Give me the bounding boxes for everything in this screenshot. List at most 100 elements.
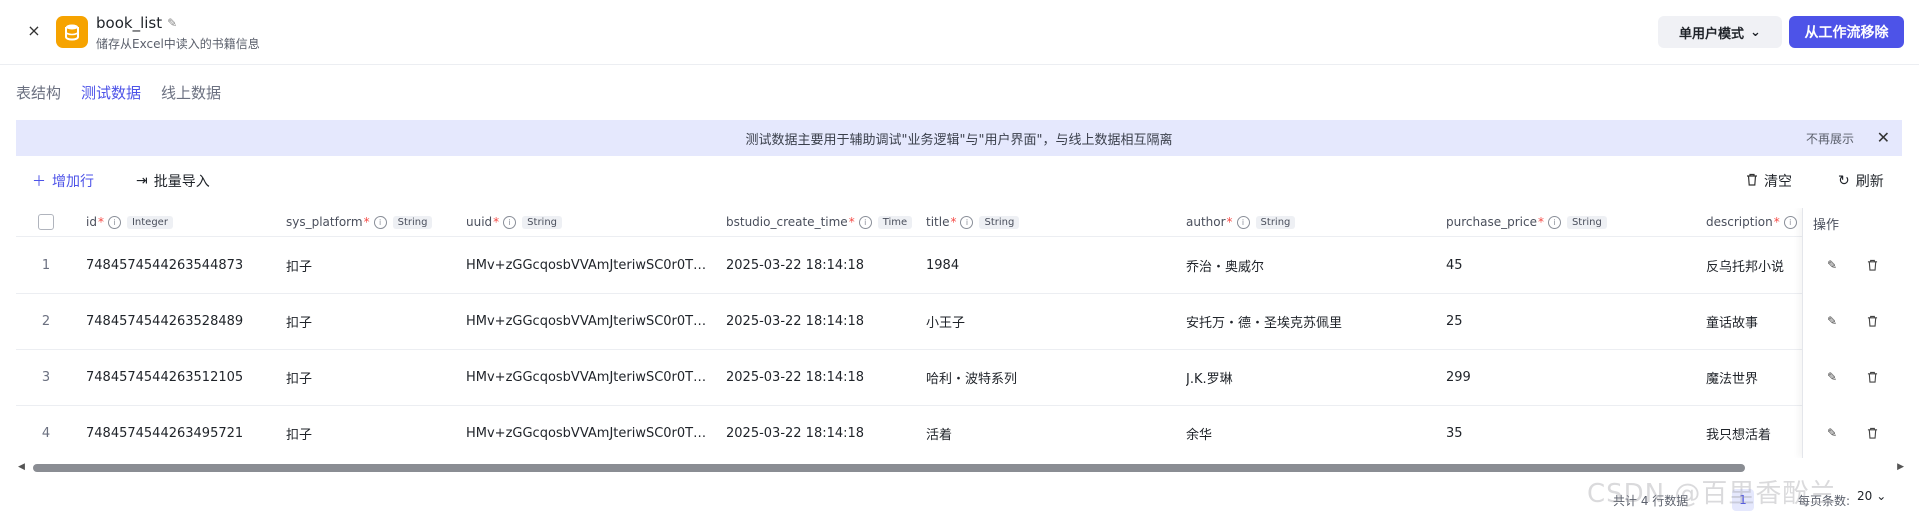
scrollbar-thumb[interactable] bbox=[33, 464, 1745, 472]
info-icon[interactable]: i bbox=[1547, 215, 1561, 229]
info-icon[interactable]: i bbox=[858, 215, 872, 229]
cell-sys-platform[interactable]: 扣子 bbox=[286, 405, 456, 458]
cell-title[interactable]: 哈利・波特系列 bbox=[926, 349, 1176, 405]
user-mode-label: 单用户模式 bbox=[1679, 26, 1745, 42]
type-badge: String bbox=[1255, 215, 1296, 229]
cell-sys-platform[interactable]: 扣子 bbox=[286, 293, 456, 349]
required-mark: * bbox=[363, 215, 370, 229]
page-button-current[interactable]: 1 bbox=[1732, 489, 1754, 511]
type-badge: Time bbox=[877, 215, 913, 229]
required-mark: * bbox=[1773, 215, 1780, 229]
delete-icon[interactable] bbox=[1863, 368, 1881, 386]
info-icon[interactable]: i bbox=[960, 215, 974, 229]
cell-description[interactable]: 童话故事 bbox=[1706, 293, 1801, 349]
column-header-title: title * i String bbox=[926, 208, 1020, 236]
column-header-author: author * i String bbox=[1186, 208, 1296, 236]
tab-schema[interactable]: 表结构 bbox=[16, 82, 61, 106]
bulk-import-label: 批量导入 bbox=[153, 174, 210, 190]
cell-purchase-price[interactable]: 299 bbox=[1446, 349, 1696, 405]
type-badge: String bbox=[979, 215, 1020, 229]
refresh-icon: ↻ bbox=[1838, 173, 1850, 189]
cell-author[interactable]: 安托万・德・圣埃克苏佩里 bbox=[1186, 293, 1436, 349]
cell-id[interactable]: 7484574544263512105 bbox=[86, 349, 276, 405]
horizontal-scrollbar[interactable]: ◀ ▶ bbox=[18, 461, 1904, 473]
cell-purchase-price[interactable]: 25 bbox=[1446, 293, 1696, 349]
table-row[interactable]: 2 7484574544263528489 扣子 HMv+zGGcqosbVVA… bbox=[16, 293, 1902, 350]
info-icon[interactable]: i bbox=[373, 215, 387, 229]
clear-button[interactable]: 清空 bbox=[1746, 171, 1792, 191]
page-size-select[interactable]: 20 ⌄ bbox=[1857, 489, 1886, 503]
cell-author[interactable]: 乔治・奥威尔 bbox=[1186, 237, 1436, 293]
cell-description[interactable]: 反乌托邦小说 bbox=[1706, 237, 1801, 293]
cell-create-time[interactable]: 2025-03-22 18:14:18 bbox=[726, 293, 916, 349]
select-all-checkbox[interactable] bbox=[38, 208, 54, 236]
cell-create-time[interactable]: 2025-03-22 18:14:18 bbox=[726, 237, 916, 293]
edit-icon[interactable]: ✎ bbox=[1823, 256, 1841, 274]
info-icon[interactable]: i bbox=[107, 215, 121, 229]
column-name: id bbox=[86, 215, 97, 229]
row-number: 1 bbox=[41, 257, 51, 273]
column-name: description bbox=[1706, 215, 1773, 229]
tab-test-data[interactable]: 测试数据 bbox=[81, 82, 141, 106]
add-row-button[interactable]: ＋ 增加行 bbox=[32, 171, 94, 191]
cell-title[interactable]: 小王子 bbox=[926, 293, 1176, 349]
cell-id[interactable]: 7484574544263544873 bbox=[86, 237, 276, 293]
info-icon[interactable]: i bbox=[1783, 215, 1797, 229]
refresh-button[interactable]: ↻ 刷新 bbox=[1838, 171, 1884, 191]
info-icon[interactable]: i bbox=[503, 215, 517, 229]
cell-purchase-price[interactable]: 45 bbox=[1446, 237, 1696, 293]
tab-online-data[interactable]: 线上数据 bbox=[161, 82, 221, 106]
bulk-import-button[interactable]: ⇥ 批量导入 bbox=[136, 171, 210, 191]
cell-title[interactable]: 活着 bbox=[926, 405, 1176, 458]
cell-id[interactable]: 7484574544263495721 bbox=[86, 405, 276, 458]
table-name: book_list ✎ bbox=[96, 14, 177, 32]
table-row[interactable]: 3 7484574544263512105 扣子 HMv+zGGcqosbVVA… bbox=[16, 349, 1902, 406]
cell-description[interactable]: 魔法世界 bbox=[1706, 349, 1801, 405]
close-icon[interactable]: × bbox=[24, 21, 44, 41]
user-mode-dropdown[interactable]: 单用户模式 ⌄ bbox=[1658, 16, 1782, 48]
scroll-left-arrow-icon[interactable]: ◀ bbox=[18, 461, 25, 473]
type-badge: String bbox=[1566, 215, 1607, 229]
column-name: sys_platform bbox=[286, 215, 363, 229]
cell-id[interactable]: 7484574544263528489 bbox=[86, 293, 276, 349]
cell-sys-platform[interactable]: 扣子 bbox=[286, 349, 456, 405]
cell-purchase-price[interactable]: 35 bbox=[1446, 405, 1696, 458]
edit-name-icon[interactable]: ✎ bbox=[167, 16, 177, 30]
operations-header: 操作 bbox=[1813, 218, 1840, 233]
column-name: uuid bbox=[466, 215, 493, 229]
delete-icon[interactable] bbox=[1863, 256, 1881, 274]
notice-banner: 测试数据主要用于辅助调试"业务逻辑"与"用户界面"，与线上数据相互隔离 不再展示… bbox=[16, 120, 1902, 156]
cell-sys-platform[interactable]: 扣子 bbox=[286, 237, 456, 293]
edit-icon[interactable]: ✎ bbox=[1823, 424, 1841, 442]
cell-uuid[interactable]: HMv+zGGcqosbVVAmJteriwSC0r0T… bbox=[466, 349, 716, 405]
scroll-right-arrow-icon[interactable]: ▶ bbox=[1897, 461, 1904, 473]
cell-description[interactable]: 我只想活着 bbox=[1706, 405, 1801, 458]
notice-text: 测试数据主要用于辅助调试"业务逻辑"与"用户界面"，与线上数据相互隔离 bbox=[745, 132, 1173, 148]
type-badge: String bbox=[392, 215, 433, 229]
info-icon[interactable]: i bbox=[1236, 215, 1250, 229]
column-name: author bbox=[1186, 215, 1226, 229]
cell-uuid[interactable]: HMv+zGGcqosbVVAmJteriwSC0r0T… bbox=[466, 237, 716, 293]
edit-icon[interactable]: ✎ bbox=[1823, 368, 1841, 386]
database-icon bbox=[56, 16, 88, 48]
cell-create-time[interactable]: 2025-03-22 18:14:18 bbox=[726, 405, 916, 458]
cell-title[interactable]: 1984 bbox=[926, 237, 1176, 293]
cell-uuid[interactable]: HMv+zGGcqosbVVAmJteriwSC0r0T… bbox=[466, 293, 716, 349]
cell-create-time[interactable]: 2025-03-22 18:14:18 bbox=[726, 349, 916, 405]
cell-author[interactable]: J.K.罗琳 bbox=[1186, 349, 1436, 405]
delete-icon[interactable] bbox=[1863, 424, 1881, 442]
remove-from-workflow-button[interactable]: 从工作流移除 bbox=[1789, 16, 1904, 48]
table-row[interactable]: 4 7484574544263495721 扣子 HMv+zGGcqosbVVA… bbox=[16, 405, 1902, 458]
table-row[interactable]: 1 7484574544263544873 扣子 HMv+zGGcqosbVVA… bbox=[16, 237, 1902, 294]
dont-show-again-link[interactable]: 不再展示 bbox=[1806, 130, 1854, 147]
delete-icon[interactable] bbox=[1863, 312, 1881, 330]
cell-uuid[interactable]: HMv+zGGcqosbVVAmJteriwSC0r0T… bbox=[466, 405, 716, 458]
edit-icon[interactable]: ✎ bbox=[1823, 312, 1841, 330]
chevron-down-icon: ⌄ bbox=[1876, 489, 1887, 503]
row-number: 4 bbox=[41, 425, 51, 441]
cell-author[interactable]: 余华 bbox=[1186, 405, 1436, 458]
column-header-uuid: uuid * i String bbox=[466, 208, 563, 236]
notice-close-icon[interactable]: ✕ bbox=[1877, 128, 1890, 147]
table-toolbar: ＋ 增加行 ⇥ 批量导入 清空 ↻ 刷新 bbox=[16, 168, 1902, 194]
required-mark: * bbox=[493, 215, 500, 229]
